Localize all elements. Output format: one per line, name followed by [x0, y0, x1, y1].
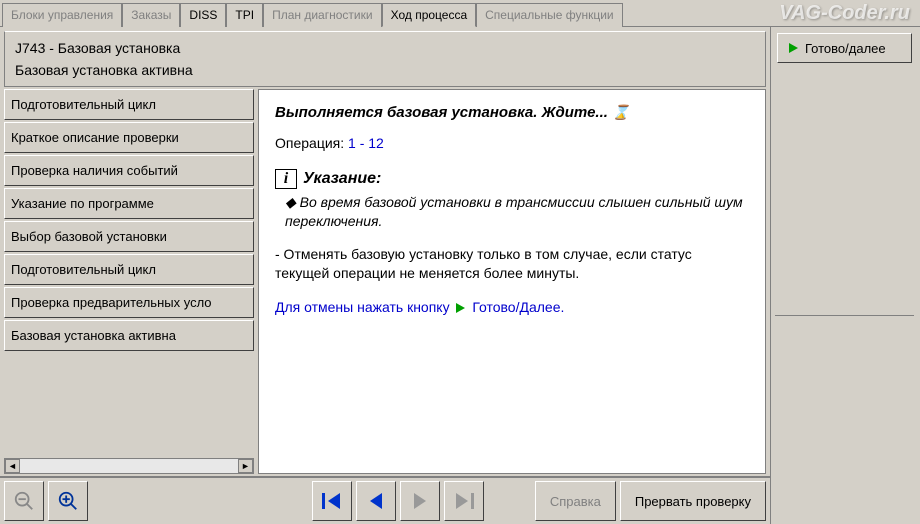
- content-panel: Выполняется базовая установка. Ждите... …: [258, 89, 766, 474]
- hourglass-icon: ⌛: [612, 104, 624, 121]
- nav-first-button[interactable]: [312, 481, 352, 521]
- sidebar-item[interactable]: Выбор базовой установки: [4, 221, 254, 252]
- tab-control-units[interactable]: Блоки управления: [2, 3, 122, 27]
- watermark: VAG-Coder.ru: [779, 2, 910, 25]
- ready-label: Готово/далее: [805, 41, 886, 56]
- tab-process-flow[interactable]: Ход процесса: [382, 3, 477, 27]
- sidebar-scrollbar[interactable]: ◄ ►: [4, 458, 254, 474]
- zoom-in-button[interactable]: [48, 481, 88, 521]
- scroll-left-icon[interactable]: ◄: [5, 459, 20, 473]
- steps-sidebar: Подготовительный цикл Краткое описание п…: [4, 89, 254, 474]
- right-panel: Готово/далее: [770, 27, 918, 524]
- operation-value: 1 - 12: [348, 135, 384, 151]
- abort-button[interactable]: Прервать проверку: [620, 481, 766, 521]
- ready-button[interactable]: Готово/далее: [777, 33, 912, 63]
- scroll-right-icon[interactable]: ►: [238, 459, 253, 473]
- operation-line: Операция: 1 - 12: [275, 135, 749, 151]
- sidebar-item[interactable]: Проверка наличия событий: [4, 155, 254, 186]
- nav-last-button[interactable]: [444, 481, 484, 521]
- note-body: ◆ Во время базовой установки в трансмисс…: [285, 193, 749, 231]
- page-title: J743 - Базовая установка: [15, 40, 755, 56]
- info-icon: i: [275, 169, 297, 189]
- footer-toolbar: Справка Прервать проверку: [0, 476, 770, 524]
- sidebar-item[interactable]: Подготовительный цикл: [4, 254, 254, 285]
- sidebar-item[interactable]: Базовая установка активна: [4, 320, 254, 351]
- play-icon: [456, 303, 465, 313]
- nav-next-button[interactable]: [400, 481, 440, 521]
- header-panel: J743 - Базовая установка Базовая установ…: [4, 31, 766, 87]
- sidebar-item[interactable]: Проверка предварительных усло: [4, 287, 254, 318]
- sidebar-item[interactable]: Краткое описание проверки: [4, 122, 254, 153]
- tab-tpi[interactable]: TPI: [226, 3, 263, 27]
- help-button[interactable]: Справка: [535, 481, 616, 521]
- content-headline: Выполняется базовая установка. Ждите... …: [275, 104, 749, 121]
- sidebar-item[interactable]: Подготовительный цикл: [4, 89, 254, 120]
- cancel-instruction: Для отмены нажать кнопку Готово/Далее.: [275, 299, 749, 315]
- note-title: Указание:: [303, 170, 381, 188]
- sidebar-item[interactable]: Указание по программе: [4, 188, 254, 219]
- tab-bar: Блоки управления Заказы DISS TPI План ди…: [0, 0, 920, 26]
- instruction-text: - Отменять базовую установку только в то…: [275, 245, 749, 283]
- tab-special-functions[interactable]: Специальные функции: [476, 3, 623, 27]
- zoom-out-button[interactable]: [4, 481, 44, 521]
- play-icon: [789, 43, 798, 53]
- tab-diag-plan[interactable]: План диагностики: [263, 3, 381, 27]
- tab-orders[interactable]: Заказы: [122, 3, 180, 27]
- nav-prev-button[interactable]: [356, 481, 396, 521]
- page-subtitle: Базовая установка активна: [15, 62, 755, 78]
- tab-diss[interactable]: DISS: [180, 3, 226, 27]
